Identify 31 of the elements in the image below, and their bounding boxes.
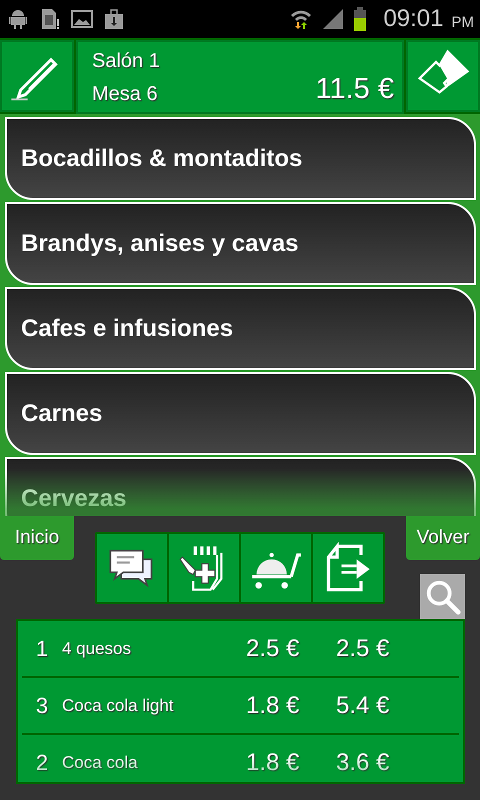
category-item[interactable]: Cafes e infusiones: [5, 287, 476, 370]
quantity: 1: [34, 636, 50, 662]
comments-button[interactable]: [97, 534, 167, 602]
order-total: 11.5 €: [316, 73, 394, 106]
clock-period: PM: [452, 14, 474, 30]
category-item[interactable]: Cervezas: [5, 457, 476, 516]
home-tab[interactable]: Inicio: [0, 516, 74, 560]
send-order-button[interactable]: [313, 534, 383, 602]
edit-button[interactable]: [0, 40, 74, 112]
unit-price: 2.5 €: [246, 634, 300, 662]
category-item[interactable]: Bocadillos & montaditos: [5, 117, 476, 200]
battery-icon: [353, 6, 368, 32]
line-amount: 2.5 €: [336, 634, 390, 662]
item-name: Coca cola light: [62, 696, 175, 716]
line-amount: 5.4 €: [336, 692, 390, 720]
item-name: Coca cola: [62, 752, 139, 772]
item-name: 4 quesos: [62, 638, 132, 658]
add-note-button[interactable]: [169, 534, 239, 602]
exit-button[interactable]: [406, 40, 480, 112]
line-amount: 3.6 €: [336, 748, 390, 776]
quantity: 3: [34, 692, 50, 718]
category-item[interactable]: Carnes: [5, 372, 476, 455]
room-name: Salón 1: [92, 50, 161, 73]
serve-button[interactable]: [241, 534, 311, 602]
back-tab[interactable]: Volver: [406, 516, 480, 560]
quantity: 2: [34, 750, 50, 776]
category-item[interactable]: Brandys, anises y cavas: [5, 202, 476, 285]
clock-time: 09:01: [383, 5, 444, 33]
unit-price: 1.8 €: [246, 748, 300, 776]
unit-price: 1.8 €: [246, 692, 300, 720]
table-name: Mesa 6: [92, 83, 158, 106]
